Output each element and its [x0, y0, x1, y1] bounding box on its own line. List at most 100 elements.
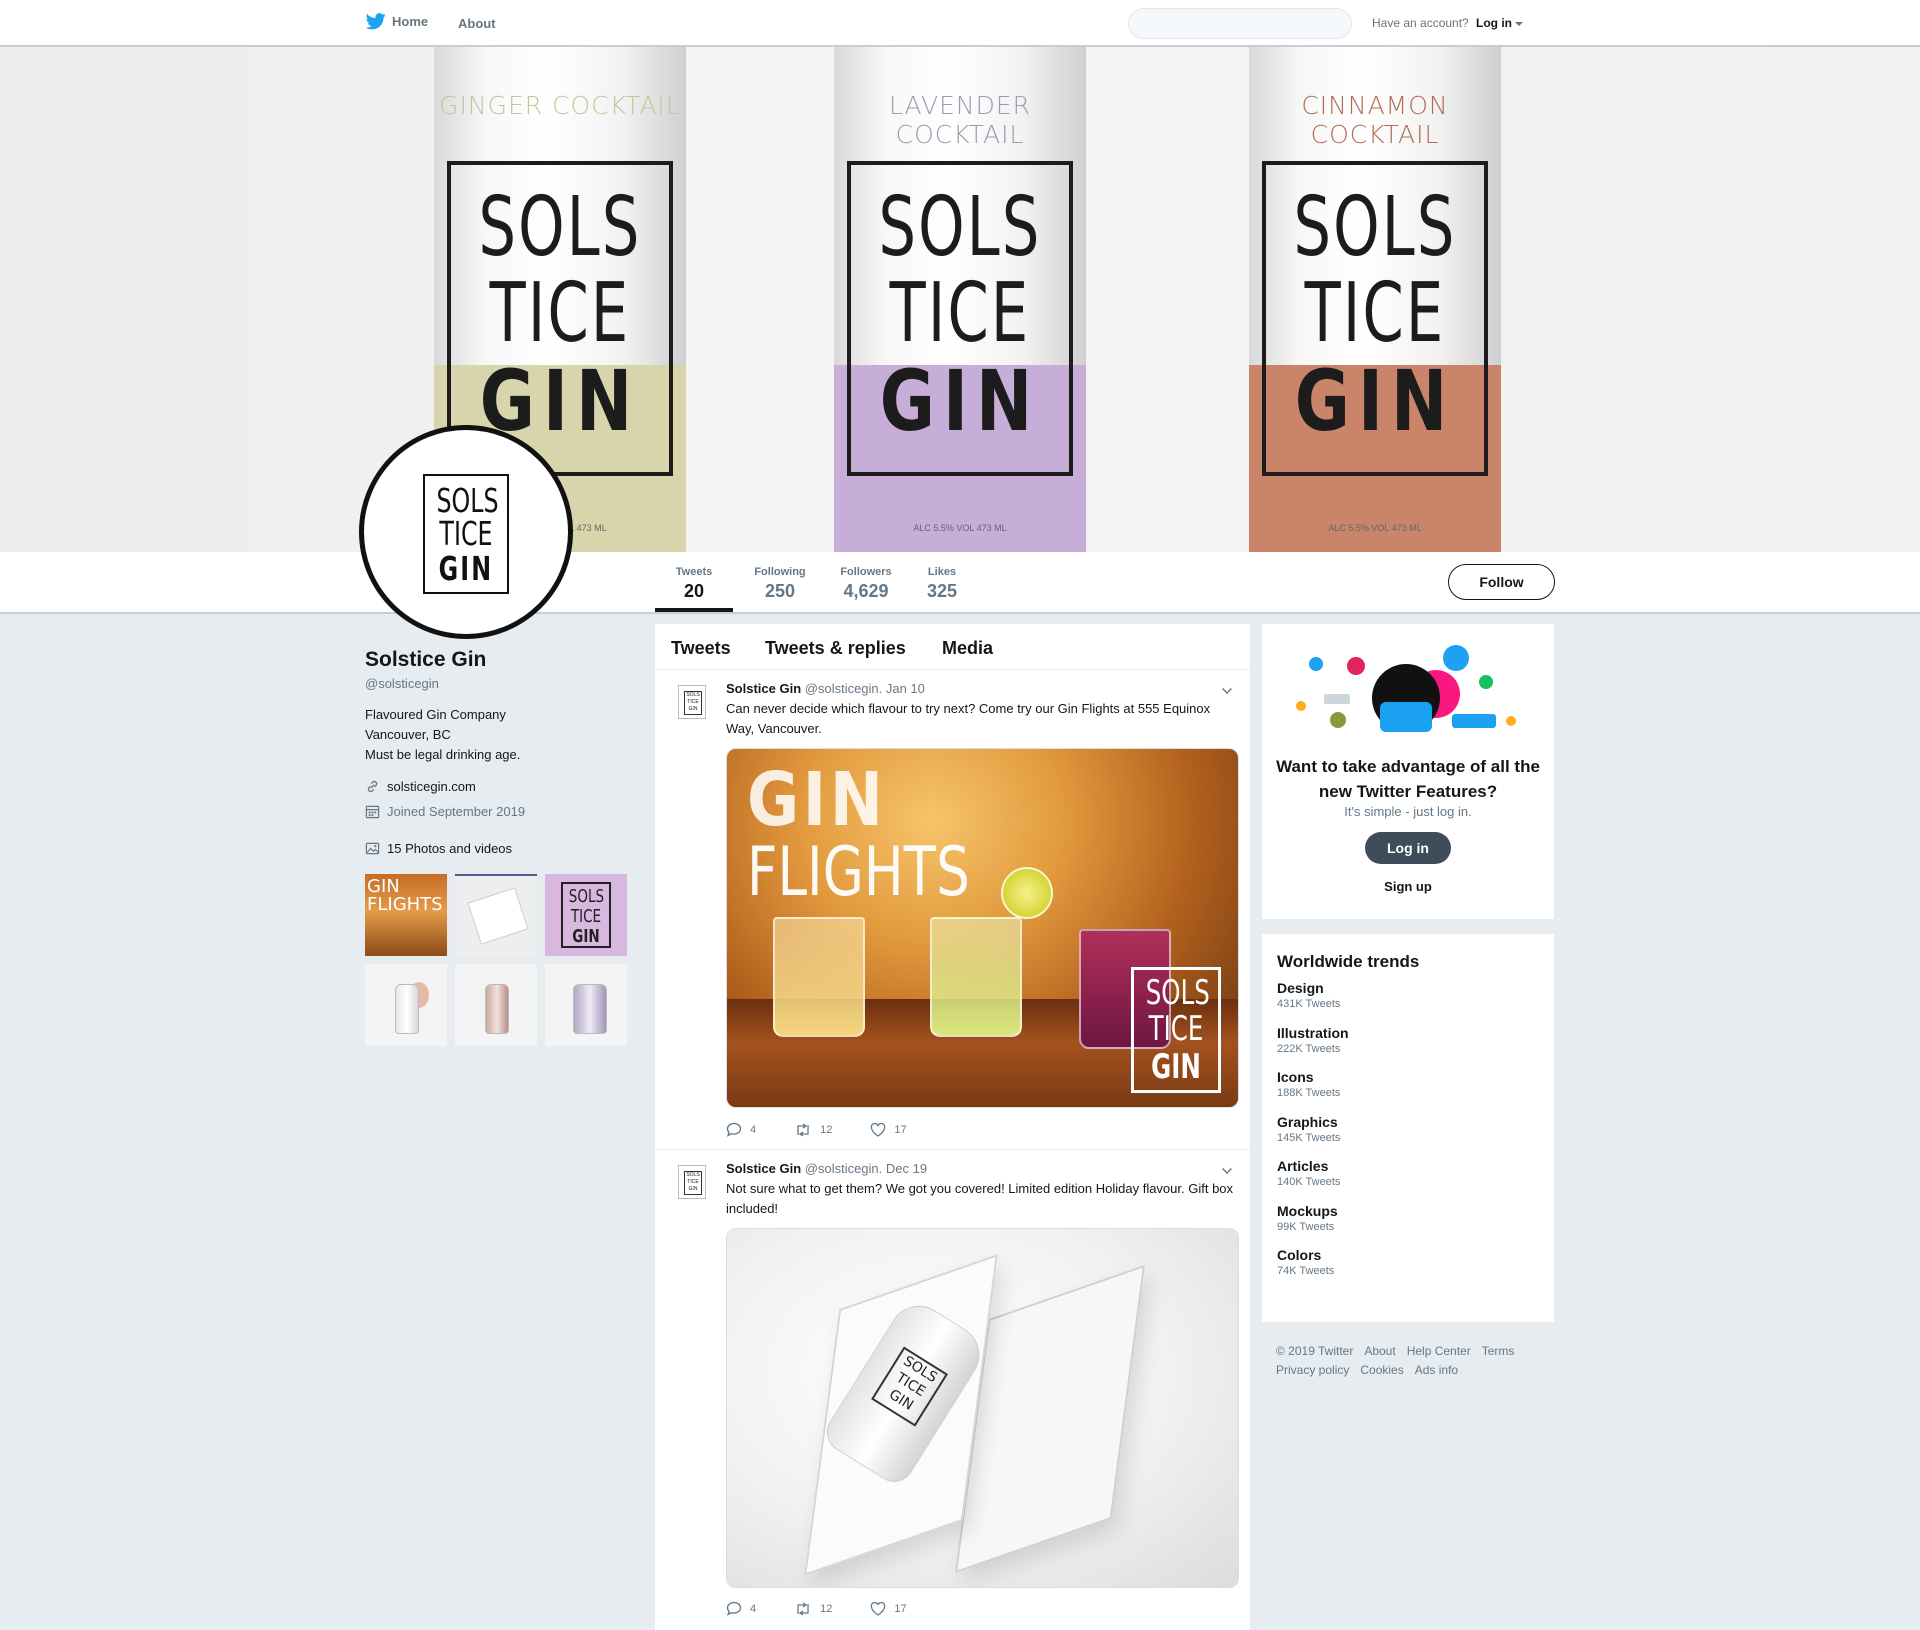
bottle-shape — [573, 984, 607, 1034]
chevron-down-icon[interactable] — [1222, 1164, 1232, 1174]
footer-ads-link[interactable]: Ads info — [1415, 1363, 1458, 1377]
stat-likes[interactable]: Likes 325 — [912, 552, 972, 612]
timeline: Tweets Tweets & replies Media SOLS TICE … — [655, 624, 1250, 1630]
trends-title: Worldwide trends — [1277, 952, 1420, 971]
retweet-button[interactable]: 12 — [794, 1601, 832, 1616]
media-logo-box: SOLS TICE GIN — [1131, 967, 1221, 1093]
chevron-down-icon[interactable] — [1222, 684, 1232, 694]
trend-item[interactable]: Illustration 222K Tweets — [1277, 1025, 1349, 1055]
profile-website-row: solsticegin.com — [365, 779, 635, 794]
account-prompt: Have an account? — [1372, 16, 1469, 30]
login-promo-card: Want to take advantage of all the new Tw… — [1262, 624, 1554, 919]
media-thumbnail[interactable] — [455, 964, 537, 1046]
profile-avatar[interactable]: SOLS TICE GIN — [359, 425, 573, 639]
tweet-avatar[interactable]: SOLS TICE GIN — [678, 1165, 706, 1199]
like-button[interactable]: 17 — [870, 1122, 907, 1137]
tab-media[interactable]: Media — [942, 638, 993, 659]
reply-button[interactable]: 4 — [726, 1122, 756, 1137]
search-input[interactable] — [1128, 8, 1352, 39]
profile-handle: @solsticegin — [365, 676, 439, 691]
bio-line: Vancouver, BC — [365, 727, 451, 742]
trend-item[interactable]: Icons 188K Tweets — [1277, 1069, 1340, 1099]
tweet-header: Solstice Gin @solsticegin. Dec 19 — [726, 1161, 927, 1176]
trend-count: 431K Tweets — [1277, 998, 1341, 1010]
retweet-count: 12 — [820, 1123, 833, 1136]
avatar-logo-line1: SOLS — [436, 481, 499, 520]
tweet[interactable]: SOLS TICE GIN Solstice Gin @solsticegin.… — [655, 1150, 1250, 1630]
promo-signup-link[interactable]: Sign up — [1262, 879, 1554, 894]
can-volume: ALC 5.5% VOL 473 ML — [913, 523, 1007, 533]
trend-name: Mockups — [1277, 1203, 1338, 1219]
can-logo-line2: TICE — [889, 266, 1031, 361]
footer-help-link[interactable]: Help Center — [1407, 1344, 1471, 1358]
login-dropdown-label: Log in — [1476, 16, 1512, 30]
promo-login-button[interactable]: Log in — [1365, 832, 1451, 864]
banner-can-lavender: LAVENDER COCKTAIL SOLS TICE GIN ALC 5.5%… — [834, 47, 1086, 552]
trend-item[interactable]: Graphics 145K Tweets — [1277, 1114, 1340, 1144]
trend-item[interactable]: Colors 74K Tweets — [1277, 1247, 1334, 1277]
footer-terms-link[interactable]: Terms — [1482, 1344, 1515, 1358]
tweet-avatar[interactable]: SOLS TICE GIN — [678, 685, 706, 719]
tweet-header: Solstice Gin @solsticegin. Jan 10 — [726, 681, 925, 696]
trend-item[interactable]: Mockups 99K Tweets — [1277, 1203, 1338, 1233]
stat-tweets[interactable]: Tweets 20 — [655, 552, 733, 612]
link-icon — [367, 780, 378, 793]
trend-item[interactable]: Design 431K Tweets — [1277, 980, 1340, 1010]
tweet-text: Not sure what to get them? We got you co… — [726, 1181, 1234, 1216]
nav-about-link[interactable]: About — [458, 16, 496, 31]
stat-followers[interactable]: Followers 4,629 — [828, 552, 904, 612]
thumbnail-logo-line2: TICE — [570, 906, 602, 927]
mini-logo: SOLS TICE GIN — [684, 1171, 702, 1195]
tab-tweets-replies[interactable]: Tweets & replies — [765, 638, 906, 659]
trend-name: Articles — [1277, 1158, 1329, 1174]
media-thumbnail[interactable]: GIN FLIGHTS — [365, 874, 447, 956]
logo-box: SOLS TICE GIN — [561, 882, 611, 948]
tweet[interactable]: SOLS TICE GIN Solstice Gin @solsticegin.… — [655, 670, 1250, 1150]
can-logo-line1: SOLS — [878, 180, 1042, 275]
trend-count: 74K Tweets — [1277, 1265, 1335, 1277]
tweet-author-name[interactable]: Solstice Gin — [726, 681, 801, 696]
follow-button[interactable]: Follow — [1448, 564, 1555, 600]
cocktail-glass — [773, 917, 865, 1037]
footer-about-link[interactable]: About — [1364, 1344, 1395, 1358]
retweet-icon — [797, 1122, 809, 1137]
media-thumbnail[interactable] — [455, 874, 537, 956]
photos-videos-link[interactable]: 15 Photos and videos — [365, 841, 635, 856]
trend-item[interactable]: Articles 140K Tweets — [1277, 1158, 1340, 1188]
calendar-icon — [365, 805, 380, 819]
stat-label: Tweets — [675, 566, 713, 578]
media-thumbnail[interactable]: SOLS TICE GIN — [545, 874, 627, 956]
media-title-line2: FLIGHTS — [747, 833, 970, 912]
reply-button[interactable]: 4 — [726, 1601, 756, 1616]
login-dropdown[interactable]: Log in — [1476, 16, 1523, 30]
media-thumbnail[interactable] — [365, 964, 447, 1046]
retweet-icon — [797, 1601, 809, 1616]
trend-name: Graphics — [1277, 1114, 1338, 1130]
profile-website-link[interactable]: solsticegin.com — [387, 779, 476, 794]
stat-value: 250 — [764, 581, 796, 601]
trend-count: 188K Tweets — [1277, 1087, 1341, 1099]
tweet-media-image[interactable]: SOLS TICE GIN — [726, 1228, 1239, 1588]
tweet-author-name[interactable]: Solstice Gin — [726, 1161, 801, 1176]
banner-can-cinnamon: CINNAMON COCKTAIL SOLS TICE GIN ALC 5.5%… — [1249, 47, 1501, 552]
twitter-features-illustration — [1296, 645, 1516, 732]
trend-count: 140K Tweets — [1277, 1176, 1341, 1188]
reply-icon — [726, 1122, 742, 1137]
avatar-logo-box: SOLS TICE GIN — [423, 474, 509, 594]
reply-count: 4 — [750, 1602, 757, 1615]
tab-tweets[interactable]: Tweets — [671, 638, 731, 659]
nav-home-link[interactable]: Home — [366, 13, 428, 30]
footer-cookies-link[interactable]: Cookies — [1360, 1363, 1403, 1377]
stat-value: 4,629 — [843, 581, 889, 601]
footer-privacy-link[interactable]: Privacy policy — [1276, 1363, 1349, 1377]
header-banner: GINGER COCKTAIL SOLS TICE GIN ALC 5.5% V… — [0, 47, 1920, 552]
heart-icon — [871, 1601, 886, 1616]
media-thumbnail[interactable] — [545, 964, 627, 1046]
stat-following[interactable]: Following 250 — [740, 552, 820, 612]
footer-copyright: © 2019 Twitter — [1276, 1344, 1354, 1358]
tweet-media-image[interactable]: GIN FLIGHTS SOLS TICE GIN — [726, 748, 1239, 1108]
retweet-button[interactable]: 12 — [794, 1122, 832, 1137]
like-button[interactable]: 17 — [870, 1601, 907, 1616]
profile-name[interactable]: Solstice Gin — [365, 648, 635, 672]
trend-count: 222K Tweets — [1277, 1043, 1341, 1055]
